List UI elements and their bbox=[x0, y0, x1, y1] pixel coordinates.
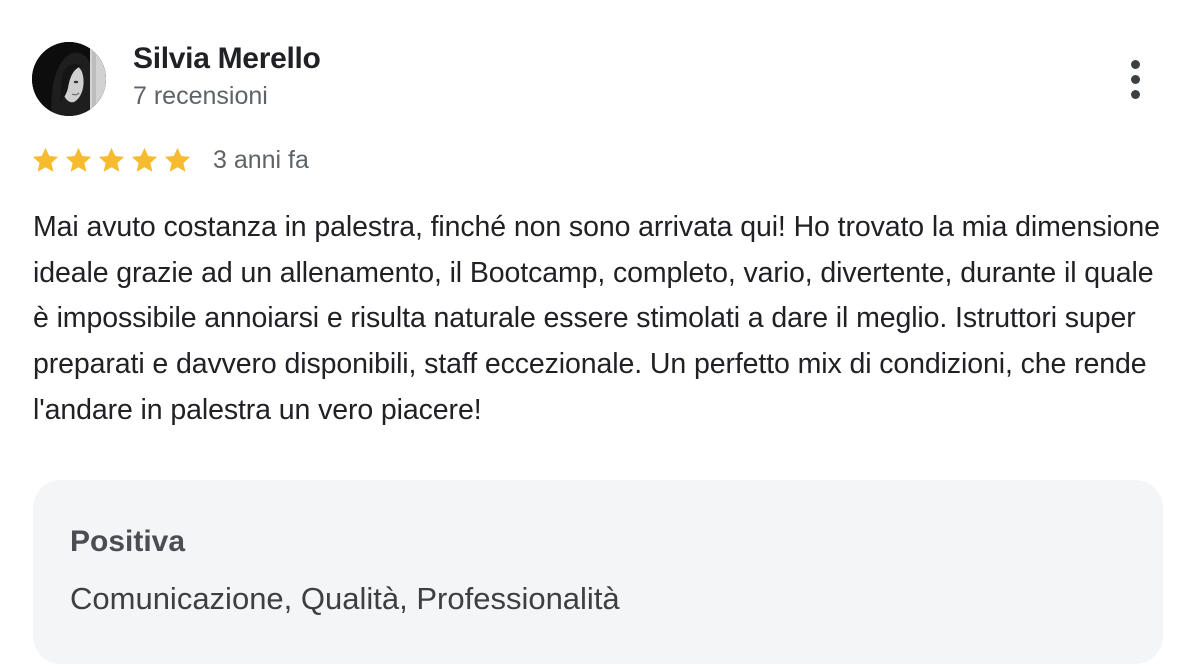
star-icon bbox=[65, 147, 92, 172]
more-options-button[interactable] bbox=[1112, 54, 1158, 104]
author-review-count: 7 recensioni bbox=[133, 82, 268, 110]
more-vert-icon-dot bbox=[1130, 74, 1140, 84]
star-icon bbox=[98, 147, 125, 172]
avatar-photo-icon bbox=[32, 42, 106, 116]
review-date: 3 anni fa bbox=[213, 145, 309, 174]
more-vert-icon-dot bbox=[1130, 89, 1140, 99]
star-icon bbox=[164, 147, 191, 172]
avatar[interactable] bbox=[32, 42, 106, 116]
author-name[interactable]: Silvia Merello bbox=[133, 42, 321, 76]
review-attributes-box: Positiva Comunicazione, Qualità, Profess… bbox=[33, 480, 1163, 664]
attribute-title: Positiva bbox=[70, 525, 186, 558]
review-text: Mai avuto costanza in palestra, finché n… bbox=[33, 211, 1160, 426]
star-icon bbox=[32, 147, 59, 172]
more-vert-icon bbox=[1130, 59, 1140, 69]
star-rating bbox=[30, 145, 193, 176]
attribute-values: Comunicazione, Qualità, Professionalità bbox=[70, 581, 620, 616]
star-icon bbox=[131, 147, 158, 172]
review-card: Silvia Merello 7 recensioni 3 anni fa Ma… bbox=[0, 0, 1200, 666]
rating-row: 3 anni fa bbox=[30, 142, 309, 178]
